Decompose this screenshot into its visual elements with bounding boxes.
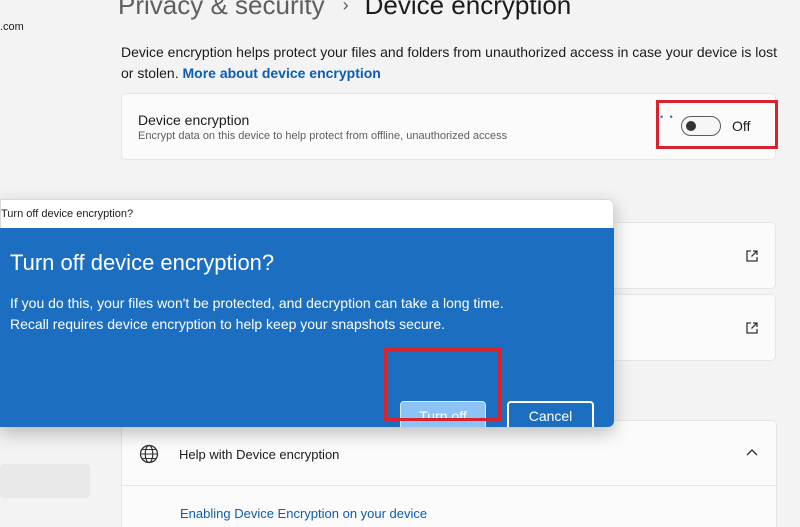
intro-paragraph: Device encryption helps protect your fil…	[121, 42, 781, 84]
dialog-titlebar[interactable]: Turn off device encryption?	[0, 199, 614, 228]
more-about-link[interactable]: More about device encryption	[182, 65, 380, 81]
dialog-message-line: If you do this, your files won't be prot…	[10, 295, 504, 311]
globe-icon	[139, 444, 159, 464]
encryption-toggle[interactable]	[681, 116, 721, 136]
breadcrumb-parent[interactable]: Privacy & security	[118, 0, 325, 21]
account-email: .com	[0, 21, 24, 33]
setting-title: Device encryption	[138, 112, 250, 128]
button-highlight-box	[384, 348, 501, 421]
setting-subtitle: Encrypt data on this device to help prot…	[138, 130, 508, 142]
dialog-titlebar-text: Turn off device encryption?	[1, 208, 134, 220]
chevron-up-icon[interactable]	[745, 447, 759, 457]
external-link-icon[interactable]	[745, 321, 759, 335]
help-link[interactable]: Enabling Device Encryption on your devic…	[180, 506, 427, 521]
toggle-state-label: Off	[732, 118, 751, 134]
confirm-dialog: Turn off device encryption? Turn off dev…	[0, 199, 614, 427]
dialog-body: Turn off device encryption? If you do th…	[0, 228, 614, 427]
help-title: Help with Device encryption	[179, 447, 340, 462]
external-link-icon[interactable]	[745, 249, 759, 263]
sidebar-item[interactable]	[0, 464, 90, 498]
cancel-button[interactable]: Cancel	[507, 401, 594, 427]
dialog-heading: Turn off device encryption?	[10, 250, 275, 275]
breadcrumb: Privacy & security › Device encryption	[118, 0, 571, 21]
breadcrumb-separator: ›	[342, 0, 349, 15]
toggle-knob	[686, 121, 696, 131]
dialog-message-line: Recall requires device encryption to hel…	[10, 316, 446, 332]
dialog-message: If you do this, your files won't be prot…	[10, 293, 590, 335]
page-title: Device encryption	[364, 0, 572, 20]
loading-spinner-icon: • •	[660, 112, 675, 122]
